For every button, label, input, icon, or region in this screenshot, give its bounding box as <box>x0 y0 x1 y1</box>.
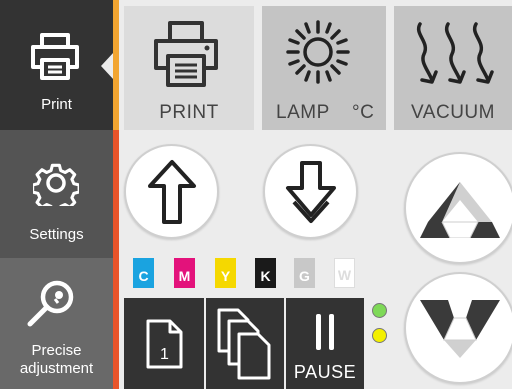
sidebar-item-label: Print <box>41 96 72 113</box>
copy-count: 1 <box>160 346 169 363</box>
ink-yellow: Y <box>215 258 236 288</box>
print-tile[interactable]: PRINT <box>124 6 254 130</box>
table-up-button[interactable] <box>404 152 512 264</box>
pause-label: PAUSE <box>293 362 357 382</box>
printer-icon <box>154 21 218 87</box>
status-indicator-green <box>372 303 387 318</box>
sidebar-item-label: Settings <box>29 226 84 243</box>
arrow-up-icon <box>147 159 196 224</box>
pause-button[interactable]: PAUSE <box>286 298 364 389</box>
pause-icon <box>316 314 334 350</box>
printer-icon <box>31 33 79 80</box>
vacuum-arrows-icon <box>416 22 494 84</box>
move-up-button[interactable] <box>124 144 219 239</box>
multiple-pages-icon <box>217 308 271 379</box>
ink-cyan: C <box>133 258 154 288</box>
print-label: PRINT <box>159 102 219 123</box>
sidebar-item-label: Precise adjustment <box>19 342 94 377</box>
sun-icon <box>286 20 350 84</box>
ink-magenta: M <box>174 258 195 288</box>
print-single-button[interactable]: 1 <box>124 298 204 389</box>
accent-strip <box>113 130 119 389</box>
ink-gray: G <box>294 258 315 288</box>
sidebar-item-precise-adjustment[interactable]: Precise adjustment <box>0 258 113 389</box>
ink-white: W <box>334 258 355 288</box>
sidebar-item-print[interactable]: Print <box>0 0 114 130</box>
gear-icon <box>33 163 79 206</box>
status-indicator-yellow <box>372 328 387 343</box>
ink-black: K <box>255 258 276 288</box>
lamp-unit: °C <box>352 102 375 123</box>
table-down-button[interactable] <box>404 272 512 384</box>
magnifier-icon <box>27 280 74 327</box>
accent-strip <box>113 0 119 130</box>
vacuum-label: VACUUM <box>411 102 495 123</box>
lamp-label: LAMP <box>276 102 330 123</box>
move-down-button[interactable] <box>263 144 358 239</box>
print-multiple-button[interactable] <box>206 298 284 389</box>
arrow-down-icon <box>285 160 336 223</box>
sidebar-item-settings[interactable]: Settings <box>0 130 113 258</box>
lamp-tile[interactable]: LAMP °C <box>262 6 386 130</box>
vacuum-tile[interactable]: VACUUM <box>394 6 512 130</box>
table-down-icon <box>420 300 500 358</box>
table-up-icon <box>420 182 500 238</box>
